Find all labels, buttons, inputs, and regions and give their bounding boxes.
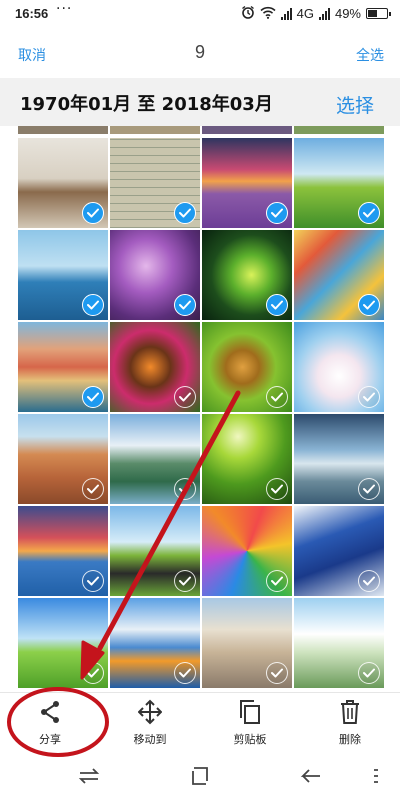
square-icon[interactable] — [190, 766, 210, 790]
share-label: 分享 — [39, 733, 61, 746]
unselected-check-icon[interactable] — [358, 478, 380, 500]
share-button[interactable]: 分享 — [10, 699, 90, 747]
photo-thumbnail-sunset-lavender[interactable] — [202, 138, 292, 228]
battery-icon — [366, 8, 391, 19]
selected-count: 9 — [194, 42, 205, 62]
unselected-check-icon[interactable] — [358, 570, 380, 592]
selected-check-icon[interactable] — [174, 294, 196, 316]
unselected-check-icon[interactable] — [82, 570, 104, 592]
photo-thumbnail-butterfly-leaf[interactable] — [202, 322, 292, 412]
action-toolbar: 分享 移动到 剪贴板 删除 — [0, 692, 400, 758]
photo-thumbnail-runner[interactable] — [294, 598, 384, 688]
photo-thumbnail-sailboats[interactable] — [18, 230, 108, 320]
clipboard-button[interactable]: 剪贴板 — [210, 699, 290, 747]
photo-thumbnail-green-spiral[interactable] — [202, 230, 292, 320]
back-icon[interactable] — [300, 766, 322, 790]
unselected-check-icon[interactable] — [266, 386, 288, 408]
delete-button[interactable]: 删除 — [310, 699, 390, 747]
selected-check-icon[interactable] — [82, 202, 104, 224]
switch-icon[interactable] — [78, 766, 100, 790]
battery-percent: 49% — [334, 6, 361, 21]
system-navigation-bar — [0, 758, 400, 800]
unselected-check-icon[interactable] — [82, 662, 104, 684]
photo-thumbnail-umbrellas[interactable] — [202, 506, 292, 596]
photo-thumbnail-partial[interactable] — [202, 126, 292, 134]
photo-thumbnail-blossoms[interactable] — [294, 322, 384, 412]
photo-thumbnail-purple-flowers[interactable] — [110, 230, 200, 320]
status-icons: 4G 49% — [241, 5, 391, 22]
photo-thumbnail-blue-sails[interactable] — [294, 506, 384, 596]
selection-top-bar: 取消 9 全选 — [0, 28, 400, 78]
photo-thumbnail-partial[interactable] — [18, 126, 108, 134]
photo-thumbnail-birdhouses[interactable] — [294, 230, 384, 320]
photo-thumbnail-grass-sun[interactable] — [202, 414, 292, 504]
selected-check-icon[interactable] — [174, 202, 196, 224]
move-label: 移动到 — [133, 733, 167, 746]
unselected-check-icon[interactable] — [82, 478, 104, 500]
unselected-check-icon[interactable] — [174, 478, 196, 500]
photo-thumbnail-road[interactable] — [110, 506, 200, 596]
select-all-button[interactable]: 全选 — [356, 45, 384, 65]
photo-thumbnail-coastal-town[interactable] — [18, 322, 108, 412]
move-icon — [110, 699, 190, 727]
selected-check-icon[interactable] — [82, 386, 104, 408]
move-to-button[interactable]: 移动到 — [110, 699, 190, 747]
alarm-icon — [241, 5, 255, 22]
status-more-dots: ··· — [56, 1, 73, 17]
status-bar: 16:56 ··· 4G 49% — [0, 0, 400, 28]
selected-check-icon[interactable] — [266, 294, 288, 316]
photo-thumbnail-sea-sunset[interactable] — [18, 506, 108, 596]
unselected-check-icon[interactable] — [266, 478, 288, 500]
status-time: 16:56 — [15, 6, 49, 21]
clipboard-icon — [210, 699, 290, 727]
signal-icon-2 — [318, 7, 330, 20]
unselected-check-icon[interactable] — [266, 662, 288, 684]
photo-grid — [0, 126, 400, 692]
wifi-icon — [260, 6, 276, 22]
share-icon — [10, 699, 90, 727]
photo-thumbnail-meadow[interactable] — [18, 598, 108, 688]
select-group-button[interactable]: 选择 — [336, 91, 374, 118]
photo-thumbnail-partial[interactable] — [294, 126, 384, 134]
photo-thumbnail-canyon[interactable] — [18, 414, 108, 504]
photo-thumbnail-kayak-lake[interactable] — [110, 598, 200, 688]
selected-check-icon[interactable] — [82, 294, 104, 316]
photo-thumbnail-mountain-lake[interactable] — [110, 414, 200, 504]
unselected-check-icon[interactable] — [358, 386, 380, 408]
unselected-check-icon[interactable] — [266, 570, 288, 592]
selected-check-icon[interactable] — [358, 202, 380, 224]
unselected-check-icon[interactable] — [174, 386, 196, 408]
photo-thumbnail-interior[interactable] — [18, 138, 108, 228]
unselected-check-icon[interactable] — [358, 662, 380, 684]
photo-thumbnail-city-square[interactable] — [202, 598, 292, 688]
selected-check-icon[interactable] — [266, 202, 288, 224]
delete-label: 删除 — [339, 733, 361, 746]
signal-icon — [280, 7, 292, 20]
photo-thumbnail-partial[interactable] — [110, 126, 200, 134]
date-group-header: 1970年01月 至 2018年03月 选择 — [0, 78, 400, 126]
unselected-check-icon[interactable] — [174, 570, 196, 592]
menu-icon[interactable] — [372, 766, 380, 790]
photo-thumbnail-green-hills[interactable] — [294, 138, 384, 228]
clipboard-label: 剪贴板 — [233, 733, 267, 746]
unselected-check-icon[interactable] — [174, 662, 196, 684]
selected-check-icon[interactable] — [358, 294, 380, 316]
network-type: 4G — [296, 6, 314, 21]
trash-icon — [310, 699, 390, 727]
photo-thumbnail-document[interactable] — [110, 138, 200, 228]
photo-thumbnail-butterfly-flowers[interactable] — [110, 322, 200, 412]
photo-thumbnail-mountain-clouds[interactable] — [294, 414, 384, 504]
date-range-title: 1970年01月 至 2018年03月 — [20, 94, 273, 115]
